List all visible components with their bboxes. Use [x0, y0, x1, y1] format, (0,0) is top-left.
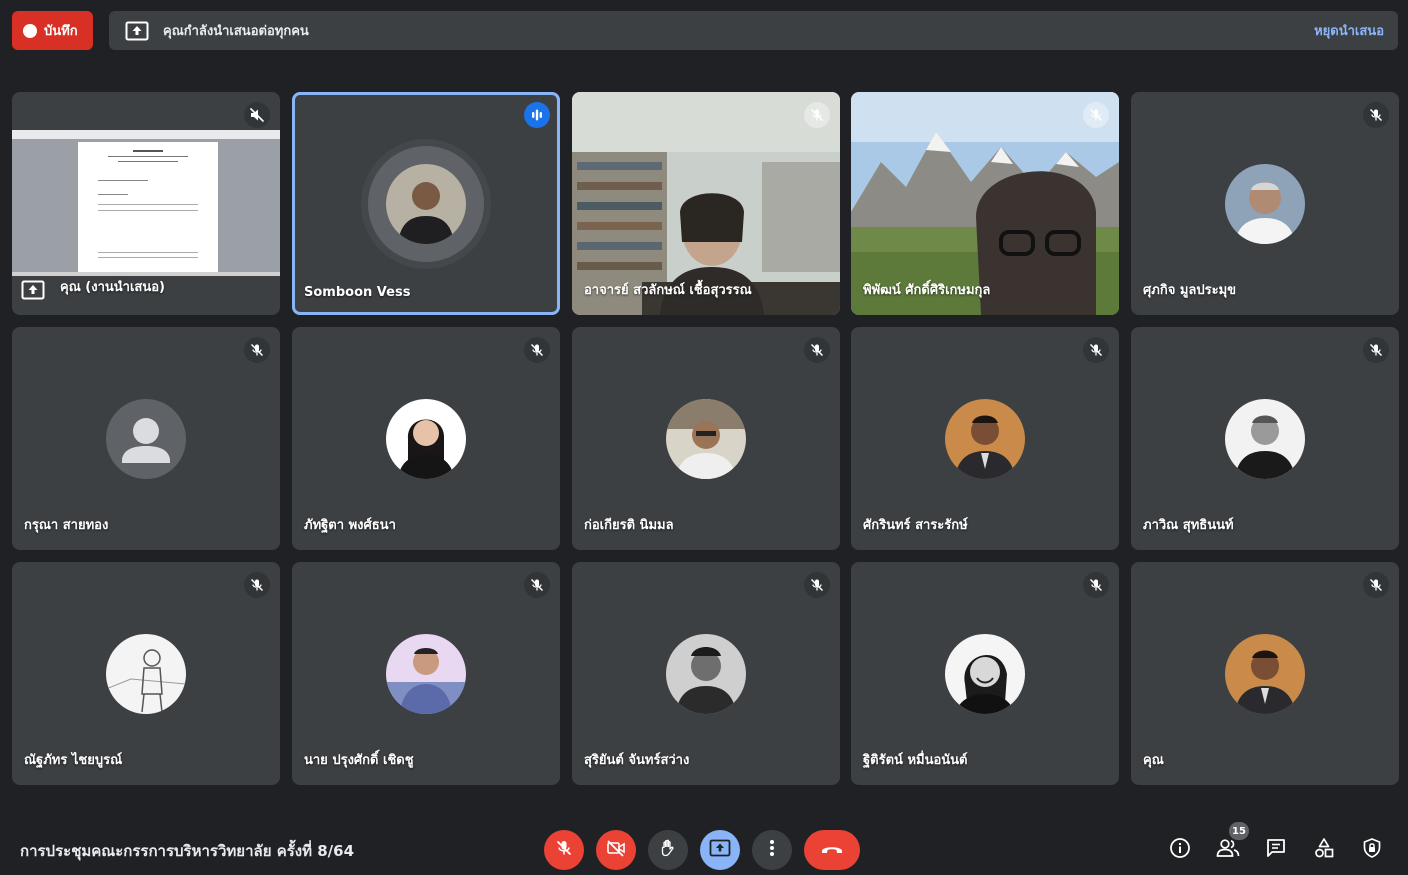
speaking-indicator-icon [524, 102, 550, 128]
more-options-button[interactable] [752, 830, 792, 870]
participant-name: ภาวิณ สุทธินนท์ [1143, 518, 1234, 533]
shapes-icon [1313, 837, 1335, 863]
activities-button[interactable] [1309, 835, 1339, 865]
participant-tile[interactable]: ก่อเกียรติ นิมมล [572, 327, 840, 550]
participant-name: Somboon Vess [304, 285, 411, 300]
participant-name: ภัทฐิตา พงศ์ธนา [304, 518, 396, 533]
end-call-icon [820, 841, 844, 860]
participant-name: ฐิติรัตน์ หมื่นอนันต์ [863, 753, 968, 768]
participant-name: ณัฐภัทร ไชยบูรณ์ [24, 753, 123, 768]
participant-tile[interactable]: ภัทฐิตา พงศ์ธนา [292, 327, 560, 550]
mic-off-icon [1083, 572, 1109, 598]
stop-presenting-button[interactable]: หยุดนำเสนอ [1314, 20, 1384, 41]
raise-hand-button[interactable] [648, 830, 688, 870]
meeting-details-button[interactable] [1165, 835, 1195, 865]
participant-tile[interactable]: คุณ (งานนำเสนอ) [12, 92, 280, 315]
participant-tile[interactable]: อาจารย์ สวลักษณ์ เชื้อสุวรรณ [572, 92, 840, 315]
mic-off-icon [524, 337, 550, 363]
participant-tile[interactable]: คุณ [1131, 562, 1399, 785]
toggle-camera-button[interactable] [596, 830, 636, 870]
presenting-banner: คุณกำลังนำเสนอต่อทุกคน หยุดนำเสนอ [109, 11, 1398, 50]
record-button[interactable]: บันทึก [12, 11, 93, 50]
participant-tile[interactable]: Somboon Vess [292, 92, 560, 315]
host-controls-button[interactable] [1357, 835, 1387, 865]
mic-off-icon [804, 337, 830, 363]
presentation-preview [12, 130, 280, 276]
participant-name: คุณ [1143, 753, 1164, 768]
mic-off-icon [1083, 337, 1109, 363]
mic-off-icon [1363, 572, 1389, 598]
participant-name: ก่อเกียรติ นิมมล [584, 518, 674, 533]
present-now-button[interactable] [700, 830, 740, 870]
participant-name: พิพัฒน์ ศักดิ์ศิริเกษมกุล [863, 283, 991, 298]
avatar [945, 398, 1025, 479]
present-screen-icon [21, 280, 45, 300]
participant-name: อาจารย์ สวลักษณ์ เชื้อสุวรรณ [584, 283, 752, 298]
participant-tile[interactable]: ศุภกิจ มูลประมุข [1131, 92, 1399, 315]
participant-tile[interactable]: ภาวิณ สุทธินนท์ [1131, 327, 1399, 550]
avatar [386, 398, 466, 479]
avatar [386, 163, 466, 244]
speaker-muted-icon [244, 102, 270, 128]
participant-grid: คุณ (งานนำเสนอ) Somboon Vess อาจารย์ สวล… [12, 92, 1399, 785]
present-screen-icon [709, 839, 731, 861]
participant-tile[interactable]: นาย ปรุงศักดิ์ เชิดชู [292, 562, 560, 785]
default-avatar-icon [106, 398, 186, 479]
meeting-title: การประชุมคณะกรรการบริหารวิทยาลัย ครั้งที… [20, 842, 355, 860]
participant-name: ศุภกิจ มูลประมุข [1143, 283, 1237, 298]
participant-tile[interactable]: พิพัฒน์ ศักดิ์ศิริเกษมกุล [851, 92, 1119, 315]
toggle-mic-button[interactable] [544, 830, 584, 870]
mic-off-icon [524, 572, 550, 598]
participant-tile[interactable]: ฐิติรัตน์ หมื่นอนันต์ [851, 562, 1119, 785]
mic-off-icon [244, 337, 270, 363]
mic-off-icon [244, 572, 270, 598]
record-label: บันทึก [44, 24, 78, 39]
participant-count-badge: 15 [1229, 822, 1249, 840]
avatar [666, 398, 746, 479]
more-vertical-icon [769, 839, 775, 861]
people-icon [1215, 838, 1241, 862]
record-dot-icon [23, 23, 37, 38]
participant-name: คุณ (งานนำเสนอ) [60, 280, 165, 295]
participant-tile[interactable]: สุริยันต์ จันทร์สว่าง [572, 562, 840, 785]
chat-icon [1265, 837, 1287, 863]
mic-off-icon [1363, 337, 1389, 363]
avatar [1225, 633, 1305, 714]
avatar [1225, 398, 1305, 479]
participant-name: นาย ปรุงศักดิ์ เชิดชู [304, 753, 414, 768]
participant-tile[interactable]: กรุณา สายทอง [12, 327, 280, 550]
avatar [1225, 163, 1305, 244]
mic-off-icon [1363, 102, 1389, 128]
participant-name: ศักรินทร์ สาระรักษ์ [863, 518, 968, 533]
avatar [106, 633, 186, 714]
participant-name: สุริยันต์ จันทร์สว่าง [584, 753, 690, 768]
presenting-text: คุณกำลังนำเสนอต่อทุกคน [163, 24, 309, 39]
leave-call-button[interactable] [804, 830, 860, 870]
participant-tile[interactable]: ณัฐภัทร ไชยบูรณ์ [12, 562, 280, 785]
present-screen-icon [125, 21, 149, 41]
mic-off-icon [1083, 102, 1109, 128]
info-icon [1169, 837, 1191, 863]
shield-lock-icon [1361, 837, 1383, 863]
participant-name: กรุณา สายทอง [24, 518, 109, 533]
chat-button[interactable] [1261, 835, 1291, 865]
avatar [386, 633, 466, 714]
avatar [666, 633, 746, 714]
avatar [945, 633, 1025, 714]
participant-tile[interactable]: ศักรินทร์ สาระรักษ์ [851, 327, 1119, 550]
mic-off-icon [555, 839, 573, 861]
hand-icon [658, 838, 678, 862]
mic-off-icon [804, 102, 830, 128]
mic-off-icon [804, 572, 830, 598]
camera-off-icon [606, 839, 626, 861]
